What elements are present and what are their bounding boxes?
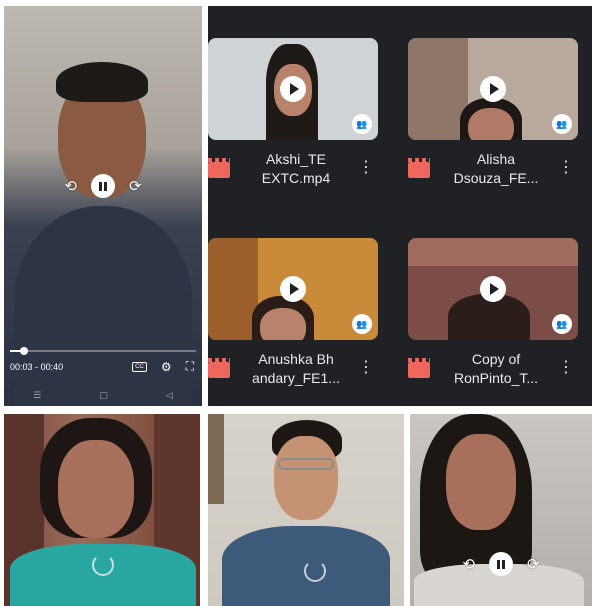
shared-icon: 👥 <box>352 114 372 134</box>
time-display: 00:03 - 00:40 <box>10 362 63 372</box>
file-name[interactable]: Copy of RonPinto_T... <box>434 350 558 388</box>
loading-spinner-icon <box>92 554 114 576</box>
video-file-icon <box>208 358 230 378</box>
video-file-icon <box>208 158 230 178</box>
playback-controls: ⟲ ⟳ <box>4 174 202 198</box>
playback-controls: ⟲ ⟳ <box>410 552 592 576</box>
system-nav-bar: ☰ ▢ ◁ <box>4 384 202 406</box>
play-icon[interactable] <box>280 76 306 102</box>
video-thumbnail[interactable]: 👥 <box>408 38 578 140</box>
play-icon[interactable] <box>480 276 506 302</box>
video-frame[interactable] <box>208 414 404 606</box>
video-thumbnail[interactable]: 👥 <box>208 238 378 340</box>
file-name[interactable]: Alisha Dsouza_FE... <box>434 150 558 188</box>
play-icon[interactable] <box>280 276 306 302</box>
pause-button[interactable] <box>91 174 115 198</box>
seek-bar[interactable] <box>10 347 196 355</box>
pause-icon <box>99 181 107 191</box>
loading-spinner-icon <box>304 560 326 582</box>
file-name[interactable]: Akshi_TE EXTC.mp4 <box>234 150 358 188</box>
menu-nav-icon[interactable]: ☰ <box>33 390 41 401</box>
player-toolbar: CC ⚙ ⛶ <box>132 359 194 374</box>
rewind-icon[interactable]: ⟲ <box>64 179 77 194</box>
more-options-icon[interactable]: ⋮ <box>558 360 574 376</box>
file-grid: 👥 Akshi_TE EXTC.mp4 ⋮ 👥 Alisha Dsouza_FE… <box>208 6 592 406</box>
home-nav-icon[interactable]: ▢ <box>99 390 108 401</box>
shared-icon: 👥 <box>552 114 572 134</box>
more-options-icon[interactable]: ⋮ <box>558 160 574 176</box>
total-time: 00:40 <box>40 362 64 372</box>
video-player[interactable]: ⟲ ⟳ 00:03 - 00:40 CC ⚙ ⛶ ☰ ▢ ◁ <box>4 6 202 406</box>
video-file-icon <box>408 158 430 178</box>
pause-icon <box>497 559 505 569</box>
shared-icon: 👥 <box>352 314 372 334</box>
forward-icon[interactable]: ⟳ <box>129 179 142 194</box>
file-name[interactable]: Anushka Bh andary_FE1... <box>234 350 358 388</box>
forward-icon[interactable]: ⟳ <box>527 557 540 572</box>
pause-button[interactable] <box>489 552 513 576</box>
video-frame[interactable]: ⟲ ⟳ <box>410 414 592 606</box>
seek-handle[interactable] <box>19 347 28 355</box>
more-options-icon[interactable]: ⋮ <box>358 360 374 376</box>
time-separator: - <box>35 362 39 372</box>
shared-icon: 👥 <box>552 314 572 334</box>
video-thumbnail[interactable]: 👥 <box>208 38 378 140</box>
video-frame[interactable] <box>4 414 200 606</box>
gear-icon[interactable]: ⚙ <box>161 360 172 374</box>
rewind-icon[interactable]: ⟲ <box>462 557 475 572</box>
video-file-icon <box>408 358 430 378</box>
captions-icon[interactable]: CC <box>132 361 147 372</box>
fullscreen-icon[interactable]: ⛶ <box>186 359 194 374</box>
more-options-icon[interactable]: ⋮ <box>358 160 374 176</box>
current-time: 00:03 <box>10 362 33 372</box>
play-icon[interactable] <box>480 76 506 102</box>
back-nav-icon[interactable]: ◁ <box>166 390 173 401</box>
video-thumbnail[interactable]: 👥 <box>408 238 578 340</box>
